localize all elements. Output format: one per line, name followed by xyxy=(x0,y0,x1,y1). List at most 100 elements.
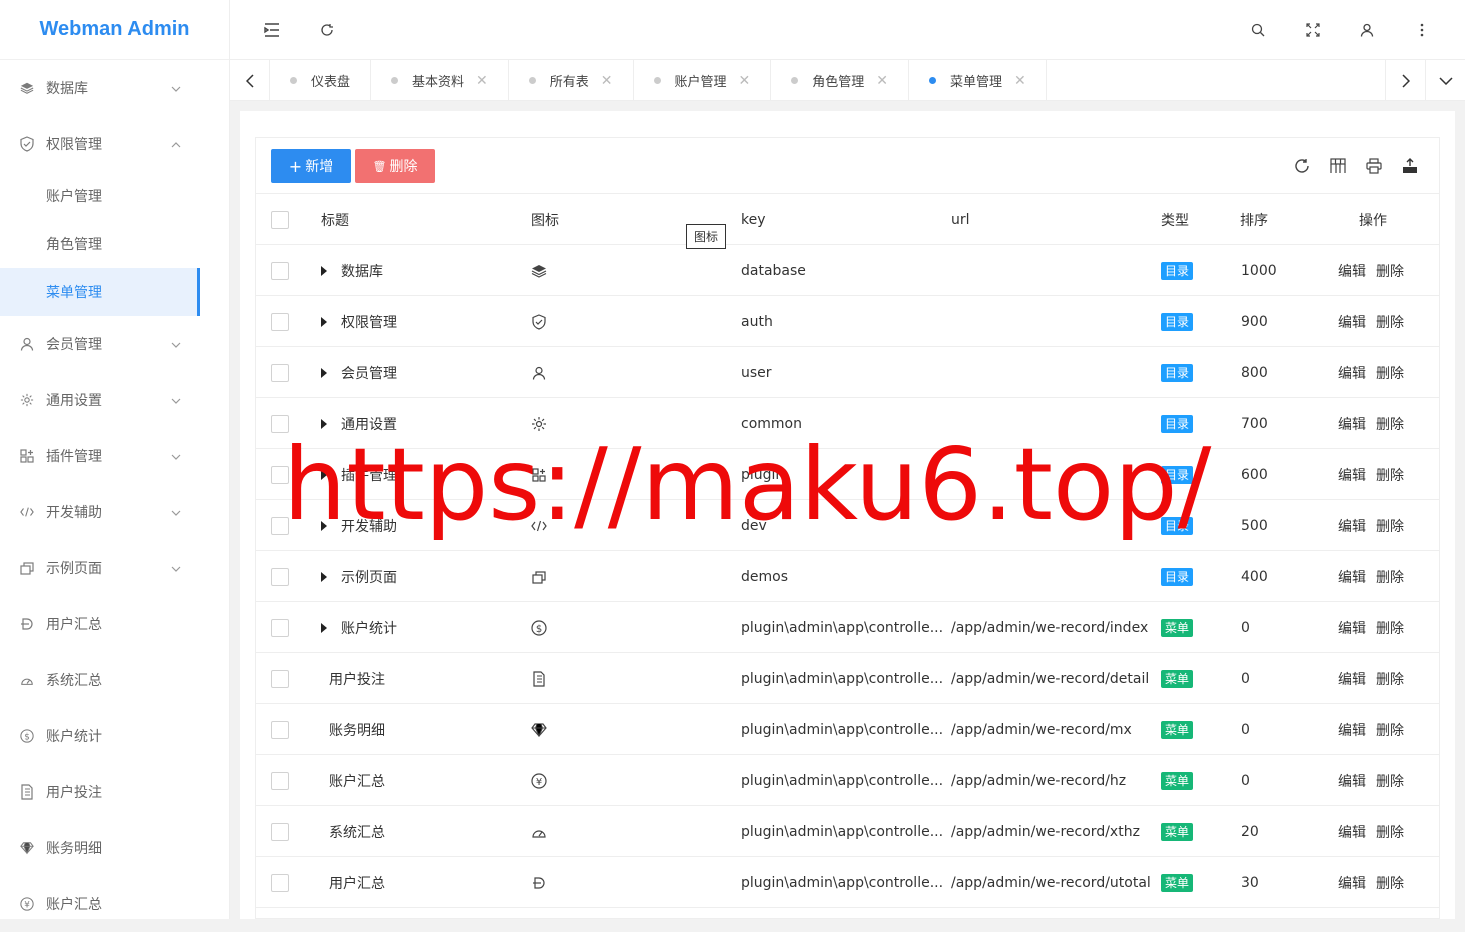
expand-caret-icon[interactable] xyxy=(321,622,327,633)
type-badge: 菜单 xyxy=(1161,873,1194,892)
columns-icon[interactable] xyxy=(1328,156,1348,176)
edit-link[interactable]: 编辑 xyxy=(1338,771,1366,791)
edit-link[interactable]: 编辑 xyxy=(1338,720,1366,740)
sidebar-item-1[interactable]: 权限管理 xyxy=(0,116,229,172)
header-url[interactable]: url xyxy=(951,194,970,245)
delete-link[interactable]: 删除 xyxy=(1376,465,1404,485)
sidebar-item-0[interactable]: 数据库 xyxy=(0,60,229,116)
edit-link[interactable]: 编辑 xyxy=(1338,312,1366,332)
delete-link[interactable]: 删除 xyxy=(1376,312,1404,332)
dashboard-icon xyxy=(531,824,547,840)
close-icon[interactable]: ✕ xyxy=(601,73,613,89)
fullscreen-icon[interactable] xyxy=(1303,20,1323,40)
app-logo[interactable]: Webman Admin xyxy=(0,0,229,60)
delete-link[interactable]: 删除 xyxy=(1376,618,1404,638)
more-vertical-icon[interactable] xyxy=(1412,20,1432,40)
delete-link[interactable]: 删除 xyxy=(1376,771,1404,791)
row-title: 用户投注 xyxy=(329,671,385,688)
expand-caret-icon[interactable] xyxy=(321,571,327,582)
delete-button[interactable]: 🗑 删除 xyxy=(355,149,435,183)
tab-1[interactable]: 基本资料 ✕ xyxy=(371,60,509,101)
menu-fold-icon[interactable] xyxy=(262,20,282,40)
delete-link[interactable]: 删除 xyxy=(1376,414,1404,434)
tab-dropdown-icon[interactable] xyxy=(1425,60,1465,101)
header-type[interactable]: 类型 xyxy=(1161,194,1189,245)
sidebar-item-7[interactable]: 用户汇总 xyxy=(0,596,229,652)
delete-link[interactable]: 删除 xyxy=(1376,363,1404,383)
sidebar-subitem-1[interactable]: 角色管理 xyxy=(0,220,229,268)
row-checkbox[interactable] xyxy=(271,567,289,586)
close-icon[interactable]: ✕ xyxy=(876,73,888,89)
sidebar-item-8[interactable]: 系统汇总 xyxy=(0,652,229,708)
sidebar-item-12[interactable]: ¥ 账户汇总 xyxy=(0,876,229,932)
delete-link[interactable]: 删除 xyxy=(1376,822,1404,842)
search-icon[interactable] xyxy=(1248,20,1268,40)
sidebar-item-6[interactable]: 示例页面 xyxy=(0,540,229,596)
delete-link[interactable]: 删除 xyxy=(1376,873,1404,893)
sidebar-item-2[interactable]: 会员管理 xyxy=(0,316,229,372)
export-icon[interactable] xyxy=(1400,156,1420,176)
tab-0[interactable]: 仪表盘 xyxy=(270,60,372,101)
header-title[interactable]: 标题 xyxy=(321,194,349,245)
header-key[interactable]: key xyxy=(741,194,766,245)
edit-link[interactable]: 编辑 xyxy=(1338,261,1366,281)
row-checkbox[interactable] xyxy=(271,822,289,841)
edit-link[interactable]: 编辑 xyxy=(1338,414,1366,434)
delete-link[interactable]: 删除 xyxy=(1376,567,1404,587)
edit-link[interactable]: 编辑 xyxy=(1338,363,1366,383)
row-checkbox[interactable] xyxy=(271,873,289,892)
close-icon[interactable]: ✕ xyxy=(476,73,488,89)
row-checkbox[interactable] xyxy=(271,720,289,739)
svg-text:¥: ¥ xyxy=(24,901,30,911)
refresh-icon[interactable] xyxy=(317,20,337,40)
header-icon[interactable]: 图标 xyxy=(531,194,559,245)
row-checkbox[interactable] xyxy=(271,363,289,382)
edit-link[interactable]: 编辑 xyxy=(1338,567,1366,587)
edit-link[interactable]: 编辑 xyxy=(1338,669,1366,689)
sidebar-subitem-2[interactable]: 菜单管理 xyxy=(0,268,200,316)
edit-link[interactable]: 编辑 xyxy=(1338,822,1366,842)
sidebar-item-11[interactable]: 账务明细 xyxy=(0,820,229,876)
select-all-checkbox[interactable] xyxy=(271,210,289,229)
receipt-icon xyxy=(20,784,34,800)
sidebar-item-10[interactable]: 用户投注 xyxy=(0,764,229,820)
tab-4[interactable]: 角色管理 ✕ xyxy=(771,60,910,101)
tab-dot-icon xyxy=(391,77,399,84)
expand-caret-icon[interactable] xyxy=(321,367,327,378)
row-url: /app/admin/we-record/mx xyxy=(951,721,1132,738)
row-checkbox[interactable] xyxy=(271,771,289,790)
close-icon[interactable]: ✕ xyxy=(739,73,751,89)
row-checkbox[interactable] xyxy=(271,312,289,331)
delete-link[interactable]: 删除 xyxy=(1376,516,1404,536)
tab-5[interactable]: 菜单管理 ✕ xyxy=(909,60,1047,101)
header-sort[interactable]: 排序 xyxy=(1240,194,1268,245)
delete-link[interactable]: 删除 xyxy=(1376,669,1404,689)
sidebar-subitem-0[interactable]: 账户管理 xyxy=(0,172,229,220)
refresh-table-icon[interactable] xyxy=(1292,156,1312,176)
edit-link[interactable]: 编辑 xyxy=(1338,465,1366,485)
edit-link[interactable]: 编辑 xyxy=(1338,516,1366,536)
sidebar-item-label: 数据库 xyxy=(46,81,88,97)
tab-scroll-right-icon[interactable] xyxy=(1385,60,1425,101)
edit-link[interactable]: 编辑 xyxy=(1338,618,1366,638)
sidebar-item-3[interactable]: 通用设置 xyxy=(0,372,229,428)
tab-2[interactable]: 所有表 ✕ xyxy=(509,60,634,101)
tab-scroll-left-icon[interactable] xyxy=(230,60,270,101)
expand-caret-icon[interactable] xyxy=(321,316,327,327)
close-icon[interactable]: ✕ xyxy=(1014,73,1026,89)
print-icon[interactable] xyxy=(1364,156,1384,176)
expand-caret-icon[interactable] xyxy=(321,265,327,276)
sidebar-item-4[interactable]: 插件管理 xyxy=(0,428,229,484)
delete-link[interactable]: 删除 xyxy=(1376,720,1404,740)
tab-3[interactable]: 账户管理 ✕ xyxy=(634,60,772,101)
row-checkbox[interactable] xyxy=(271,261,289,280)
row-checkbox[interactable] xyxy=(271,669,289,688)
table-row: 用户投注 plugin\admin\app\controlle... /app/ad… xyxy=(256,653,1439,704)
row-checkbox[interactable] xyxy=(271,618,289,637)
user-icon[interactable] xyxy=(1357,20,1377,40)
edit-link[interactable]: 编辑 xyxy=(1338,873,1366,893)
add-button[interactable]: + 新增 xyxy=(271,149,351,183)
sidebar-item-9[interactable]: $ 账户统计 xyxy=(0,708,229,764)
sidebar-item-5[interactable]: 开发辅助 xyxy=(0,484,229,540)
delete-link[interactable]: 删除 xyxy=(1376,261,1404,281)
